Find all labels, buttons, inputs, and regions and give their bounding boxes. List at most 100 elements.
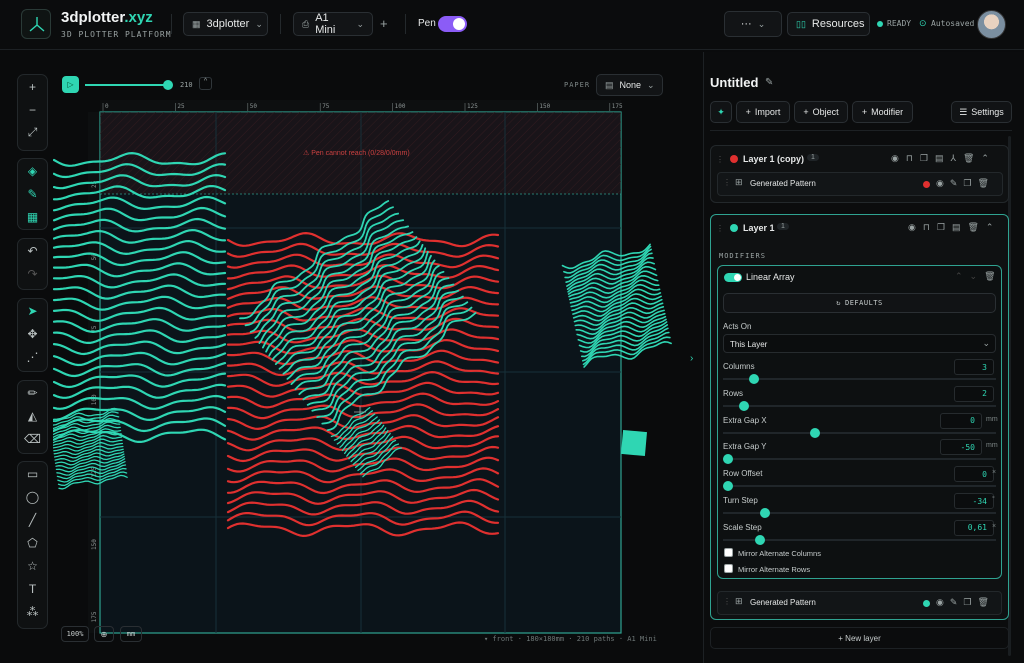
redo-button[interactable]: ↷ bbox=[18, 262, 47, 285]
lock-icon[interactable]: ⊓ bbox=[906, 153, 913, 164]
shapes-tool-icon[interactable]: ⁂ bbox=[18, 600, 47, 623]
workspace-select[interactable]: ▦ 3dplotter ⌄ bbox=[183, 12, 268, 36]
collapse-panel-icon[interactable]: › bbox=[690, 353, 693, 364]
chevron-up-icon[interactable]: ⌃ bbox=[986, 222, 994, 233]
ai-sparkle-button[interactable]: ✦ bbox=[710, 101, 732, 123]
select-tool-icon[interactable]: ➤ bbox=[18, 299, 47, 322]
mirror-columns-checkbox[interactable] bbox=[724, 548, 733, 557]
chevron-up-icon[interactable]: ⌃ bbox=[955, 271, 963, 282]
pen-view-icon[interactable]: ✎ bbox=[18, 182, 47, 205]
trash-icon[interactable]: 🗑 bbox=[967, 222, 978, 233]
paper-select[interactable]: ▤ None ⌄ bbox=[596, 74, 663, 96]
rectangle-tool-icon[interactable]: ▭ bbox=[18, 462, 47, 485]
layer-card[interactable]: ⋮ Layer 1 (copy) 1 ◉ ⊓ ❐ ▤ ⅄ 🗑 ⌃ ⋮ ⊞ Generated… bbox=[710, 145, 1009, 203]
layer-color-dot[interactable] bbox=[730, 224, 738, 232]
add-object-button[interactable]: + Object bbox=[794, 101, 848, 123]
node-tool-icon[interactable]: ⋰ bbox=[18, 345, 47, 368]
param-input[interactable]: 0 bbox=[954, 466, 994, 483]
import-button[interactable]: + Import bbox=[736, 101, 790, 123]
eye-icon[interactable]: ◉ bbox=[936, 597, 944, 608]
duplicate-icon[interactable]: ❐ bbox=[963, 597, 971, 608]
machine-select[interactable]: ⎙ A1 Mini ⌄ bbox=[293, 12, 373, 36]
edit-title-icon[interactable]: ✎ bbox=[765, 77, 773, 88]
play-button[interactable]: ▷ bbox=[62, 76, 79, 93]
object-row[interactable]: ⋮ ⊞ Generated Pattern ◉ ✎ ❐ 🗑 bbox=[717, 591, 1002, 615]
add-modifier-button[interactable]: + Modifier bbox=[852, 101, 913, 123]
acts-on-select[interactable]: This Layer ⌄ bbox=[723, 334, 996, 353]
text-tool-icon[interactable]: T bbox=[18, 577, 47, 600]
document-title[interactable]: Untitled bbox=[710, 75, 758, 90]
duplicate-icon[interactable]: ❐ bbox=[963, 178, 971, 189]
fill-tool-icon[interactable]: ◭ bbox=[18, 404, 47, 427]
object-row[interactable]: ⋮ ⊞ Generated Pattern ◉ ✎ ❐ 🗑 bbox=[717, 172, 1003, 196]
star-tool-icon[interactable]: ☆ bbox=[18, 554, 47, 577]
layer-name[interactable]: Layer 1 bbox=[743, 223, 775, 233]
pencil-tool-icon[interactable]: ✏ bbox=[18, 381, 47, 404]
param-input[interactable]: 0,61 bbox=[954, 519, 994, 536]
trash-icon[interactable]: 🗑 bbox=[963, 153, 974, 164]
target-icon[interactable]: ⊕ bbox=[94, 626, 114, 642]
edit-icon[interactable]: ✎ bbox=[950, 178, 958, 189]
param-slider[interactable] bbox=[723, 400, 996, 411]
resources-button[interactable]: ▯▯ Resources bbox=[787, 12, 870, 36]
eye-icon[interactable]: ◉ bbox=[908, 222, 916, 233]
line-tool-icon[interactable]: ╱ bbox=[18, 508, 47, 531]
param-slider[interactable] bbox=[723, 508, 996, 518]
param-slider[interactable] bbox=[723, 534, 996, 545]
param-input[interactable]: -50 bbox=[940, 439, 982, 456]
canvas-area[interactable]: 0 25 50 75 100 125 150 175 25 50 75 100 125 150 175 ⚠… bbox=[48, 70, 683, 650]
eraser-tool-icon[interactable]: ⌫ bbox=[18, 427, 47, 450]
drag-handle-icon[interactable]: ⋮ bbox=[723, 178, 731, 187]
duplicate-icon[interactable]: ❐ bbox=[937, 222, 945, 233]
avatar[interactable] bbox=[977, 10, 1006, 39]
add-machine-button[interactable]: + bbox=[380, 16, 388, 31]
chevron-up-icon[interactable]: ^ bbox=[199, 77, 212, 90]
fit-view-button[interactable]: ⤢ bbox=[18, 121, 47, 144]
mirror-rows-checkbox[interactable] bbox=[724, 564, 733, 573]
duplicate-icon[interactable]: ❐ bbox=[920, 153, 928, 164]
undo-button[interactable]: ↶ bbox=[18, 239, 47, 262]
param-slider[interactable] bbox=[723, 481, 996, 492]
settings-button[interactable]: ☰ Settings bbox=[951, 101, 1012, 123]
edit-icon[interactable]: ✎ bbox=[950, 597, 958, 608]
pen-toggle[interactable] bbox=[438, 16, 467, 32]
more-menu-button[interactable]: ··· ⌄ bbox=[724, 11, 782, 37]
trash-icon[interactable]: 🗑 bbox=[977, 178, 988, 189]
eye-icon[interactable]: ◉ bbox=[891, 153, 899, 164]
slider-knob[interactable] bbox=[754, 534, 765, 545]
zoom-in-button[interactable]: + bbox=[18, 75, 47, 98]
unit-toggle[interactable]: mm bbox=[120, 626, 142, 642]
merge-icon[interactable]: ⅄ bbox=[950, 153, 956, 164]
range-slider[interactable] bbox=[85, 80, 173, 90]
slider-knob[interactable] bbox=[749, 374, 760, 384]
chevron-up-icon[interactable]: ⌃ bbox=[981, 153, 989, 164]
eye-icon[interactable]: ◉ bbox=[936, 178, 944, 189]
param-input[interactable]: 2 bbox=[954, 385, 994, 402]
range-knob[interactable] bbox=[163, 80, 173, 90]
defaults-button[interactable]: ↻ DEFAULTS bbox=[723, 293, 996, 313]
param-slider[interactable] bbox=[723, 374, 996, 384]
param-slider[interactable] bbox=[723, 427, 996, 438]
slider-knob[interactable] bbox=[723, 454, 733, 465]
zoom-level[interactable]: 100% bbox=[61, 626, 89, 642]
layer-name[interactable]: Layer 1 (copy) bbox=[743, 154, 804, 164]
export-icon[interactable]: ▤ bbox=[952, 222, 961, 233]
layer-color-dot[interactable] bbox=[730, 155, 738, 163]
modifier-enable-toggle[interactable] bbox=[724, 273, 742, 282]
param-slider[interactable] bbox=[723, 454, 996, 465]
ellipse-tool-icon[interactable]: ◯ bbox=[18, 485, 47, 508]
layers-icon[interactable]: ◈ bbox=[18, 159, 47, 182]
param-input[interactable]: 3 bbox=[954, 359, 994, 375]
zoom-out-button[interactable]: − bbox=[18, 98, 47, 121]
trash-icon[interactable]: 🗑 bbox=[977, 597, 988, 608]
chevron-down-icon[interactable]: ⌄ bbox=[970, 271, 978, 282]
move-tool-icon[interactable]: ✥ bbox=[18, 322, 47, 345]
drag-handle-icon[interactable]: ⋮ bbox=[716, 155, 724, 164]
slider-knob[interactable] bbox=[738, 400, 749, 411]
new-layer-button[interactable]: + New layer bbox=[710, 627, 1009, 649]
drag-handle-icon[interactable]: ⋮ bbox=[723, 597, 731, 606]
drag-handle-icon[interactable]: ⋮ bbox=[716, 224, 724, 233]
slider-knob[interactable] bbox=[809, 427, 820, 438]
lock-icon[interactable]: ⊓ bbox=[923, 222, 930, 233]
param-input[interactable]: 0 bbox=[940, 412, 982, 429]
